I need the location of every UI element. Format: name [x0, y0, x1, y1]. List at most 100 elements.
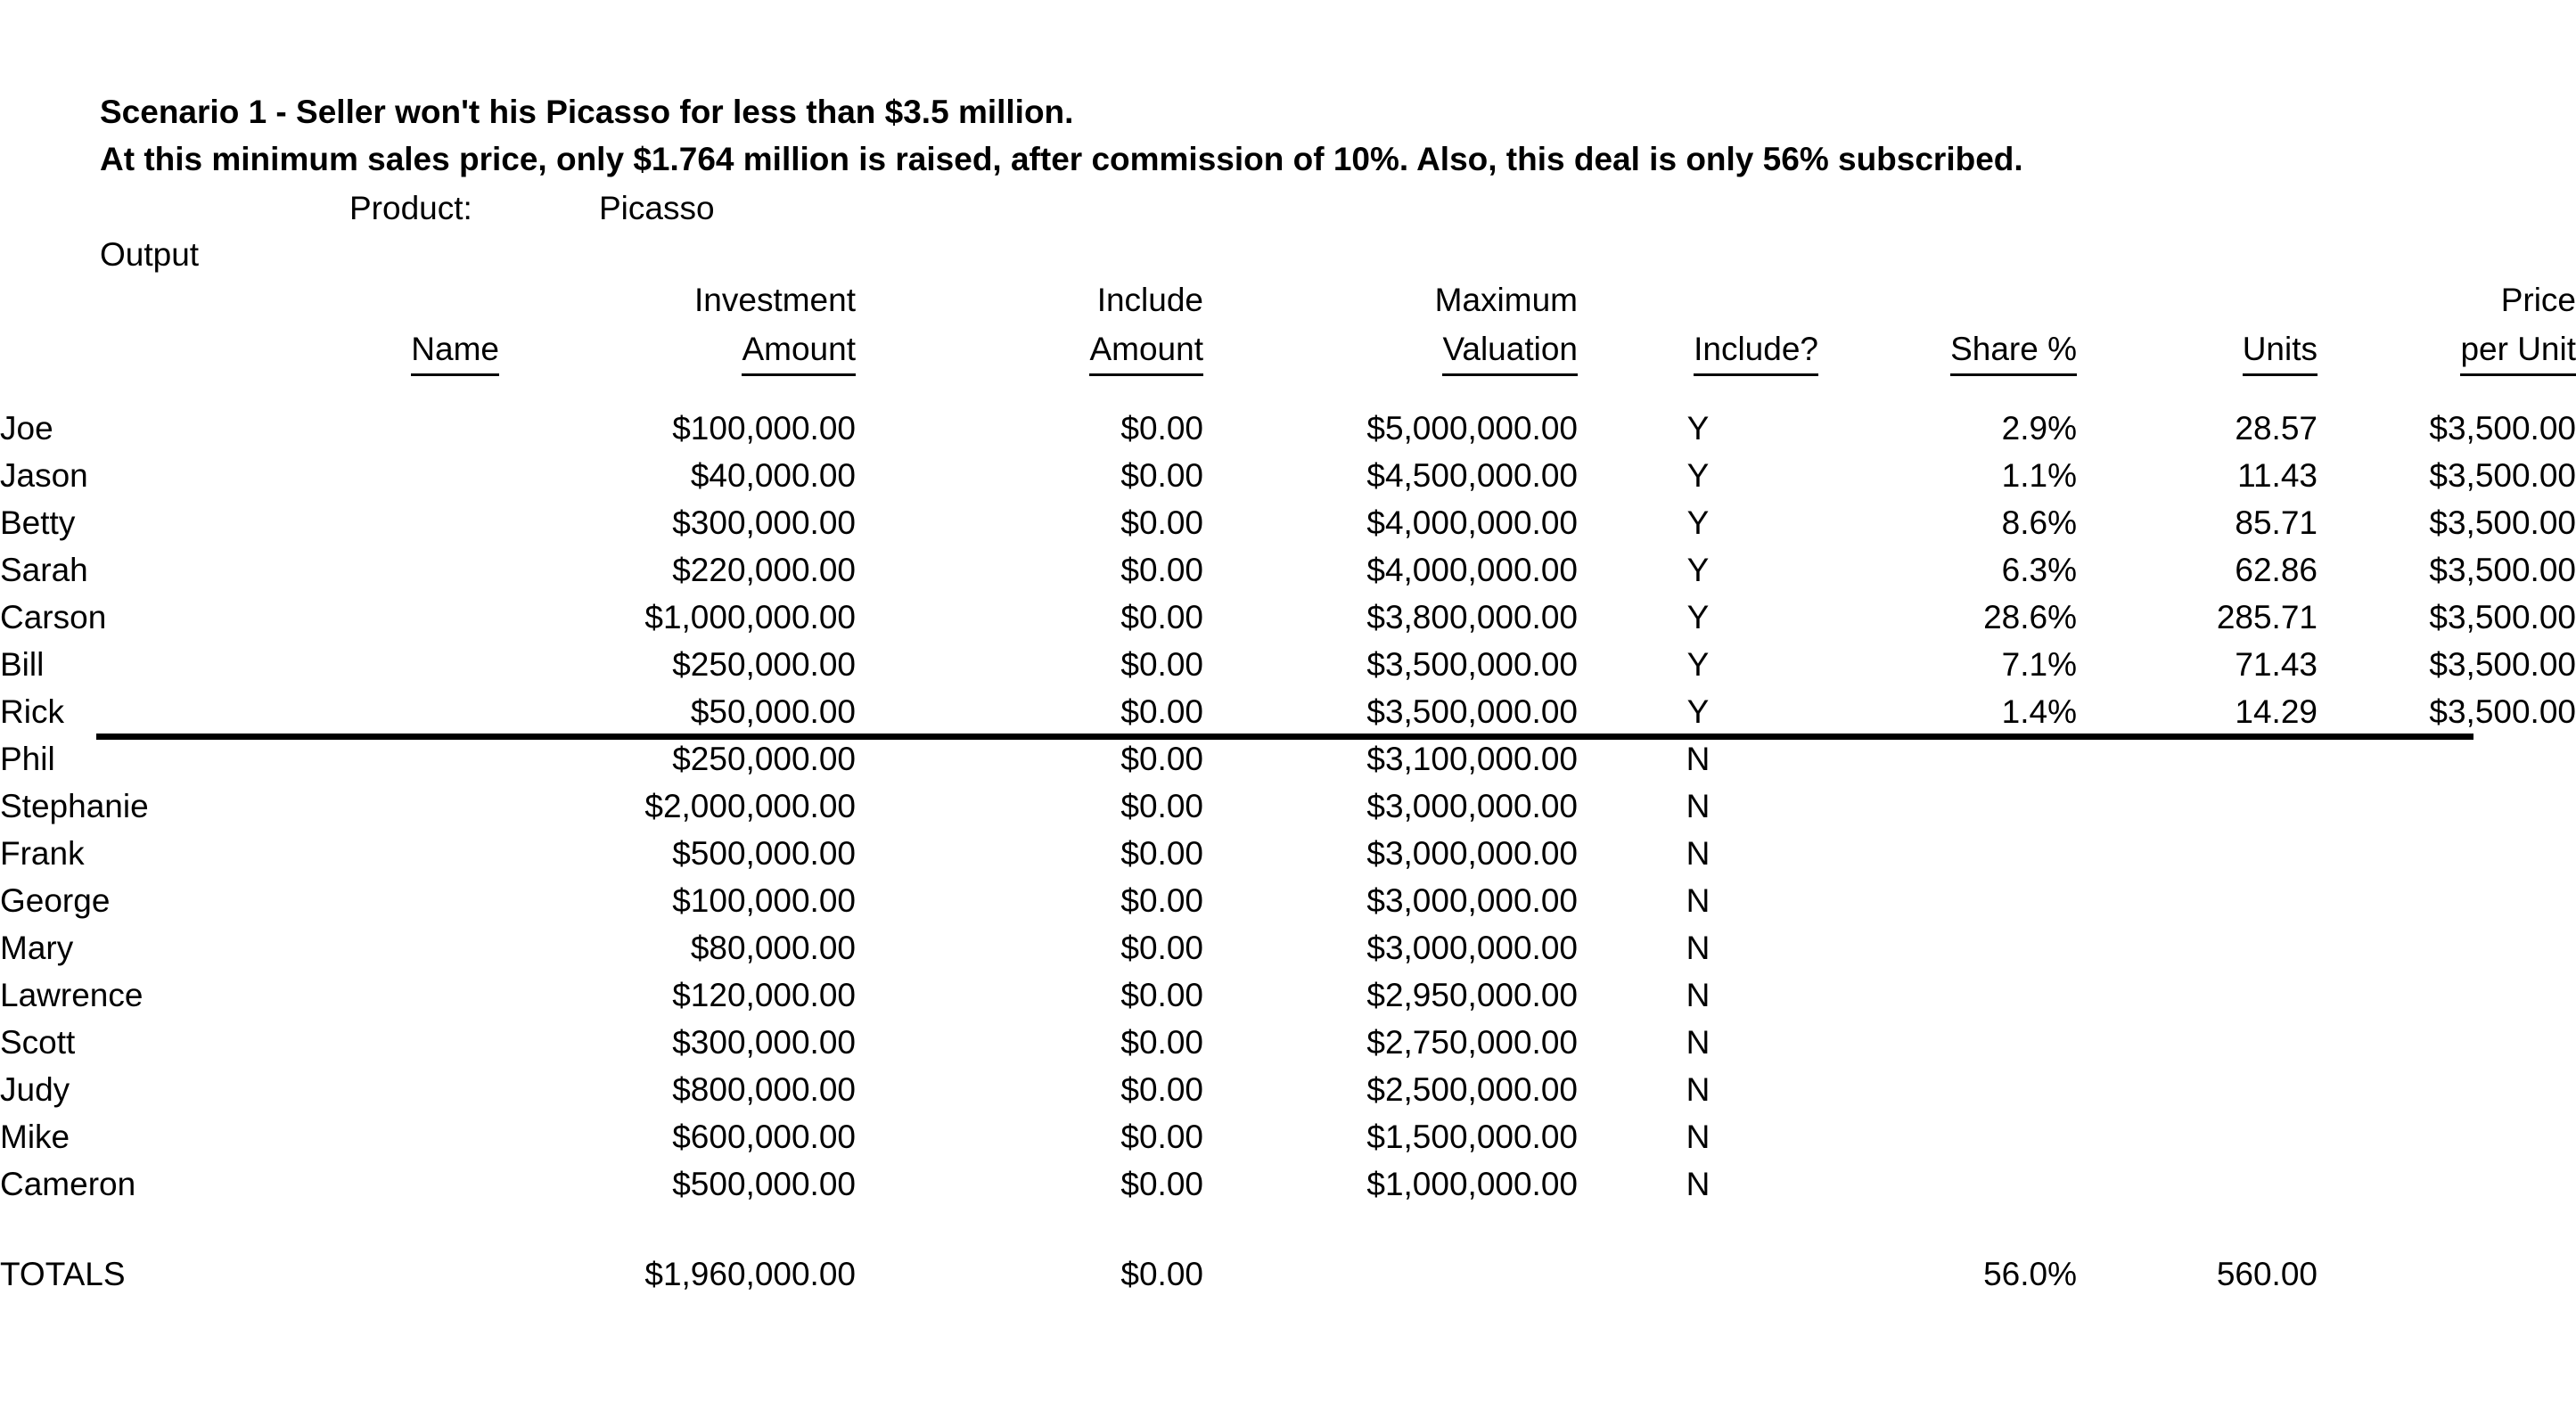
table-row[interactable]: Cameron $500,000.00 $0.00 $1,000,000.00 N [0, 1160, 2576, 1208]
cell-max_valuation: $4,500,000.00 [1366, 457, 1578, 494]
cell-include_amount: $0.00 [1120, 882, 1203, 919]
cell-investment: $500,000.00 [672, 1166, 856, 1202]
cell-price: $3,500.00 [2429, 552, 2576, 588]
cell-investment: $800,000.00 [672, 1071, 856, 1108]
cell-units [2077, 971, 2318, 1019]
column-header-0: Name [0, 325, 499, 376]
cell-max_valuation: $3,000,000.00 [1366, 882, 1578, 919]
product-label: Product: [349, 190, 472, 226]
cell-name: Mike [0, 1119, 70, 1155]
cell-include_amount: $0.00 [1120, 930, 1203, 966]
cell-units: 11.43 [2237, 457, 2318, 494]
cell-share [1818, 830, 2077, 877]
table-row[interactable]: Scott $300,000.00 $0.00 $2,750,000.00 N [0, 1019, 2576, 1066]
cell-max_valuation: $3,000,000.00 [1366, 930, 1578, 966]
product-value: Picasso [599, 190, 715, 226]
spacer-cell [856, 1208, 1203, 1250]
cell-max_valuation: $1,500,000.00 [1366, 1119, 1578, 1155]
column-header-top-0 [0, 276, 499, 325]
totals-units: 560.00 [2216, 1256, 2318, 1292]
cell-max_valuation: $2,500,000.00 [1366, 1071, 1578, 1108]
cell-units [2077, 735, 2318, 783]
cell-include: N [1686, 1166, 1710, 1202]
cell-share [1818, 1113, 2077, 1160]
cell-units: 285.71 [2216, 599, 2318, 635]
investor-table-wrapper: Investment Include Maximum Price Name Amount A… [0, 276, 2576, 1298]
spacer-cell [0, 376, 499, 405]
cell-max_valuation: $3,800,000.00 [1366, 599, 1578, 635]
cell-share [1818, 1019, 2077, 1066]
table-row[interactable]: Lawrence $120,000.00 $0.00 $2,950,000.00 N [0, 971, 2576, 1019]
cell-include_amount: $0.00 [1120, 693, 1203, 730]
table-row[interactable]: Bill $250,000.00 $0.00 $3,500,000.00 Y 7.1% 71… [0, 641, 2576, 688]
table-row[interactable]: Stephanie $2,000,000.00 $0.00 $3,000,000.00… [0, 783, 2576, 830]
cell-max_valuation: $4,000,000.00 [1366, 504, 1578, 541]
column-header-top-6 [2077, 276, 2318, 325]
cell-price: $3,500.00 [2429, 599, 2576, 635]
cell-max_valuation: $5,000,000.00 [1366, 410, 1578, 447]
table-row[interactable]: Jason $40,000.00 $0.00 $4,500,000.00 Y 1.1% 11… [0, 452, 2576, 499]
table-row[interactable]: Rick $50,000.00 $0.00 $3,500,000.00 Y 1.4% 14.… [0, 688, 2576, 735]
cell-include_amount: $0.00 [1120, 599, 1203, 635]
cell-include_amount: $0.00 [1120, 1166, 1203, 1202]
spacer-cell [0, 1208, 499, 1250]
cell-units: 71.43 [2235, 646, 2318, 683]
table-row[interactable]: George $100,000.00 $0.00 $3,000,000.00 N [0, 877, 2576, 924]
cell-investment: $300,000.00 [672, 504, 856, 541]
cell-include: N [1686, 835, 1710, 872]
cell-price [2318, 1160, 2576, 1208]
totals-include [1578, 1250, 1818, 1298]
cell-name: Scott [0, 1024, 76, 1061]
cell-name: Bill [0, 646, 45, 683]
totals-include_amount: $0.00 [1120, 1256, 1203, 1292]
scenario-headline-line-1: Scenario 1 - Seller won't his Picasso fo… [100, 94, 1074, 130]
spacer-cell [1203, 376, 1578, 405]
cell-name: Lawrence [0, 977, 144, 1013]
cell-share: 1.1% [2001, 457, 2077, 494]
cell-investment: $600,000.00 [672, 1119, 856, 1155]
cell-investment: $1,000,000.00 [644, 599, 856, 635]
table-row[interactable]: Mike $600,000.00 $0.00 $1,500,000.00 N [0, 1113, 2576, 1160]
column-header-3: Valuation [1203, 325, 1578, 376]
table-row[interactable]: Betty $300,000.00 $0.00 $4,000,000.00 Y 8.6% 8… [0, 499, 2576, 546]
table-row[interactable]: Phil $250,000.00 $0.00 $3,100,000.00 N [0, 735, 2576, 783]
spreadsheet-page: Scenario 1 - Seller won't his Picasso fo… [0, 0, 2576, 1418]
cell-name: Mary [0, 930, 74, 966]
cell-include_amount: $0.00 [1120, 1119, 1203, 1155]
cell-name: Joe [0, 410, 53, 447]
cell-share [1818, 735, 2077, 783]
cell-price: $3,500.00 [2429, 693, 2576, 730]
cell-include: Y [1686, 646, 1710, 683]
table-row[interactable]: Frank $500,000.00 $0.00 $3,000,000.00 N [0, 830, 2576, 877]
spacer-cell [1578, 376, 1818, 405]
cell-include: N [1686, 1119, 1710, 1155]
spacer-cell [1818, 376, 2077, 405]
cell-name: Cameron [0, 1166, 136, 1202]
column-header-1: Amount [499, 325, 856, 376]
cell-name: Sarah [0, 552, 88, 588]
totals-max_valuation [1203, 1250, 1578, 1298]
cell-include_amount: $0.00 [1120, 835, 1203, 872]
column-header-5: Share % [1818, 325, 2077, 376]
cell-include: Y [1686, 504, 1710, 541]
table-row[interactable]: Judy $800,000.00 $0.00 $2,500,000.00 N [0, 1066, 2576, 1113]
cell-include: N [1686, 788, 1710, 824]
table-row[interactable]: Sarah $220,000.00 $0.00 $4,000,000.00 Y 6.3% 6… [0, 546, 2576, 594]
column-header-0-text: Name [411, 325, 499, 376]
column-header-3-text: Valuation [1442, 325, 1578, 376]
cell-units: 28.57 [2235, 410, 2318, 447]
spacer-cell [499, 376, 856, 405]
cell-units [2077, 1160, 2318, 1208]
cell-name: Stephanie [0, 788, 149, 824]
column-header-1-text: Amount [742, 325, 856, 376]
table-row[interactable]: Mary $80,000.00 $0.00 $3,000,000.00 N [0, 924, 2576, 971]
table-row[interactable]: Carson $1,000,000.00 $0.00 $3,800,000.00 Y 28… [0, 594, 2576, 641]
cell-include_amount: $0.00 [1120, 1024, 1203, 1061]
cell-price: $3,500.00 [2429, 457, 2576, 494]
cell-include_amount: $0.00 [1120, 788, 1203, 824]
table-row[interactable]: Joe $100,000.00 $0.00 $5,000,000.00 Y 2.9% 28.… [0, 405, 2576, 452]
column-header-4: Include? [1578, 325, 1818, 376]
cell-include: N [1686, 930, 1710, 966]
column-header-2-text: Amount [1089, 325, 1203, 376]
cell-price [2318, 783, 2576, 830]
